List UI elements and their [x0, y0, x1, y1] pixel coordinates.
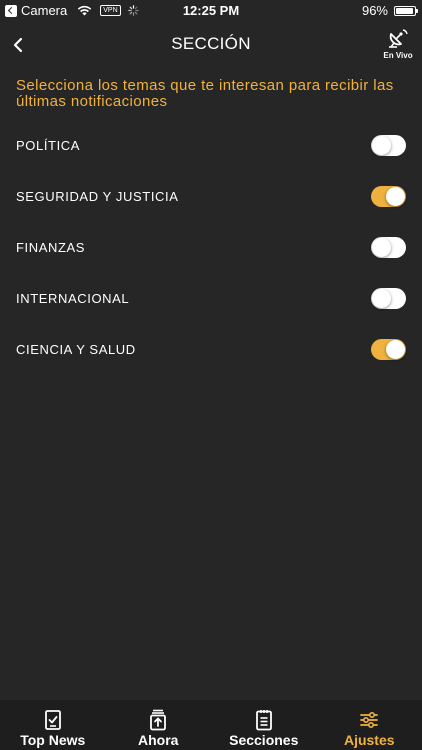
screen: Camera VPN 12:25 PM 96% SECCIÓN En Vivo …: [0, 0, 422, 750]
tab-label: Ajustes: [343, 732, 395, 748]
topic-row-ciencia-salud: CIENCIA Y SALUD: [0, 330, 422, 370]
topic-label: SEGURIDAD Y JUSTICIA: [16, 189, 179, 204]
intro-text: Selecciona los temas que te interesan pa…: [16, 77, 394, 110]
toggle-knob: [386, 187, 405, 206]
battery-icon: [394, 5, 418, 16]
status-bar: Camera VPN 12:25 PM 96%: [0, 0, 422, 22]
topic-toggle-finanzas[interactable]: [371, 237, 406, 258]
toggle-knob: [372, 136, 391, 155]
topic-row-seguridad-justicia: SEGURIDAD Y JUSTICIA: [0, 177, 422, 217]
battery-percent: 96%: [361, 3, 388, 18]
topic-row-politica: POLÍTICA: [0, 126, 422, 166]
sliders-icon: [360, 711, 379, 729]
status-right: 96%: [361, 3, 418, 18]
tab-bar: Top News Ahora Secciones Ajustes: [0, 700, 422, 750]
satellite-dish-icon: [389, 29, 408, 48]
topic-toggle-internacional[interactable]: [371, 288, 406, 309]
topic-toggle-ciencia-salud[interactable]: [371, 339, 406, 360]
tab-secciones[interactable]: Secciones: [211, 700, 317, 750]
topic-row-internacional: INTERNACIONAL: [0, 279, 422, 319]
live-button[interactable]: En Vivo: [380, 28, 416, 60]
page-title: SECCIÓN: [171, 34, 251, 53]
tab-top-news[interactable]: Top News: [0, 700, 106, 750]
checklist-icon: [44, 710, 61, 730]
topic-label: FINANZAS: [16, 240, 86, 255]
topic-label: CIENCIA Y SALUD: [16, 342, 136, 357]
tab-label: Top News: [20, 732, 86, 748]
status-time: 12:25 PM: [182, 3, 240, 18]
toggle-knob: [372, 289, 391, 308]
live-label: En Vivo: [383, 51, 413, 60]
upload-tray-icon: [150, 709, 167, 731]
tab-label: Ahora: [138, 732, 179, 748]
toggle-knob: [386, 340, 405, 359]
toggle-knob: [372, 238, 391, 257]
document-list-icon: [255, 710, 272, 731]
tab-ahora[interactable]: Ahora: [106, 700, 212, 750]
topic-label: INTERNACIONAL: [16, 291, 130, 306]
tab-ajustes[interactable]: Ajustes: [317, 700, 422, 750]
battery-fill: [396, 7, 414, 14]
nav-bar: SECCIÓN En Vivo: [0, 26, 422, 64]
topic-toggle-politica[interactable]: [371, 135, 406, 156]
topic-row-finanzas: FINANZAS: [0, 228, 422, 268]
topic-label: POLÍTICA: [16, 138, 81, 153]
topic-toggle-seguridad-justicia[interactable]: [371, 186, 406, 207]
tab-label: Secciones: [229, 732, 299, 748]
